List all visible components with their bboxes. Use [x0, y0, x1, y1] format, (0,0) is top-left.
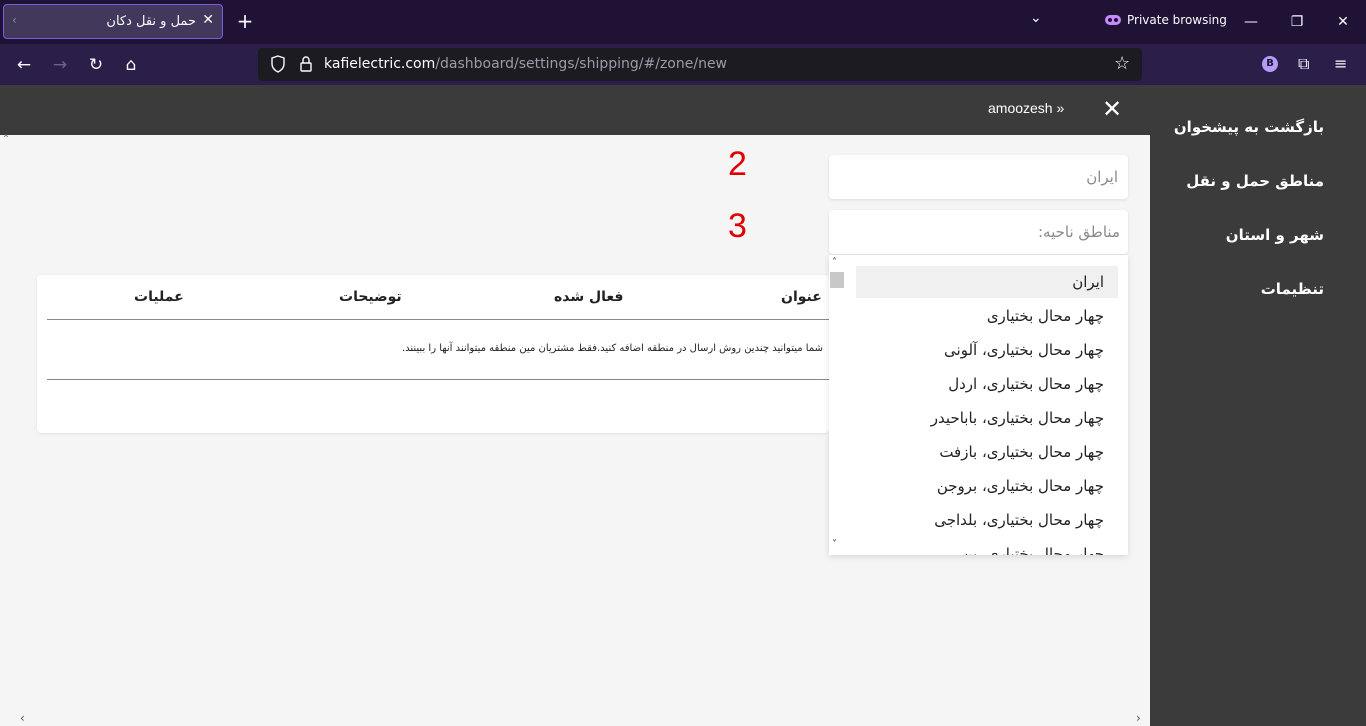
browser-nav-bar: ← → ↻ ⌂ kafielectric.com/dashboard/setti…	[0, 44, 1366, 85]
tab-overflow-icon: ‹	[12, 13, 17, 27]
regions-dropdown[interactable]: ˄ ˅ ایران چهار محال بختیاری چهار محال بخ…	[829, 255, 1128, 555]
column-header-title: عنوان	[781, 289, 822, 305]
sidebar-item-city-province[interactable]: شهر و استان	[1226, 226, 1324, 244]
url-path: /dashboard/settings/shipping/#/zone/new	[435, 56, 728, 72]
new-tab-button[interactable]: +	[234, 9, 256, 33]
list-all-tabs-icon[interactable]: ⌄	[1030, 10, 1048, 32]
page-scroll-up-icon[interactable]: ˄	[3, 133, 9, 147]
settings-sidebar: بازگشت به پیشخوان مناطق حمل و نقل شهر و …	[1150, 85, 1366, 726]
dropdown-option[interactable]: چهار محال بختیاری	[856, 300, 1118, 332]
column-header-actions: عملیات	[134, 289, 184, 305]
annotation-number-2: 2	[728, 145, 747, 183]
browser-tab[interactable]: ‹ حمل و نقل دکان ✕	[3, 4, 223, 39]
private-browsing-indicator: Private browsing	[1105, 13, 1227, 27]
dropdown-option[interactable]: چهار محال بختیاری، اردل	[856, 368, 1118, 400]
sidebar-item-shipping-zones[interactable]: مناطق حمل و نقل	[1186, 172, 1324, 190]
private-browsing-label: Private browsing	[1127, 13, 1227, 27]
reload-icon[interactable]: ↻	[82, 51, 110, 79]
dropdown-option[interactable]: چهار محال بختیاری، باباحیدر	[856, 402, 1118, 434]
dropdown-scroll-thumb[interactable]	[830, 272, 844, 288]
zone-name-value: ایران	[1086, 168, 1118, 186]
dropdown-scroll-up-icon[interactable]: ˄	[832, 257, 837, 268]
extensions-puzzle-icon[interactable]: ⧉	[1298, 54, 1316, 74]
page-content: amoozesh » ✕ بازگشت به پیشخوان مناطق حمل…	[0, 85, 1366, 726]
table-divider	[47, 319, 829, 320]
sidebar-item-settings[interactable]: تنظیمات	[1261, 280, 1324, 298]
minimize-button[interactable]: —	[1228, 0, 1274, 44]
address-bar[interactable]: kafielectric.com/dashboard/settings/ship…	[258, 48, 1142, 81]
page-scroll-right-icon[interactable]: ›	[1136, 711, 1141, 725]
shipping-methods-hint: شما میتوانید چندین روش ارسال در منطقه اض…	[401, 343, 823, 354]
column-header-description: توضیحات	[339, 289, 402, 305]
url-text: kafielectric.com/dashboard/settings/ship…	[324, 56, 727, 72]
dropdown-option[interactable]: چهار محال بختیاری، بروجن	[856, 470, 1118, 502]
dropdown-option[interactable]: چهار محال بختیاری، بن	[856, 538, 1118, 555]
tab-title: حمل و نقل دکان	[106, 14, 196, 29]
annotation-number-3: 3	[728, 207, 747, 245]
dropdown-option[interactable]: چهار محال بختیاری، بازفت	[856, 436, 1118, 468]
hamburger-menu-icon[interactable]: ≡	[1334, 54, 1352, 74]
profile-avatar-icon[interactable]: B	[1262, 56, 1278, 72]
dropdown-scroll-down-icon[interactable]: ˅	[832, 539, 837, 550]
tab-close-icon[interactable]: ✕	[202, 12, 214, 28]
dropdown-option[interactable]: چهار محال بختیاری، آلونی	[856, 334, 1118, 366]
lock-icon[interactable]	[298, 55, 314, 73]
zone-regions-input[interactable]	[840, 220, 1120, 244]
close-window-button[interactable]: ✕	[1320, 0, 1366, 44]
back-icon[interactable]: ←	[10, 51, 38, 79]
url-host: kafielectric.com	[324, 56, 436, 72]
private-mask-icon	[1105, 15, 1121, 25]
store-link[interactable]: amoozesh »	[988, 100, 1064, 116]
home-icon[interactable]: ⌂	[117, 51, 145, 79]
zone-regions-field[interactable]	[829, 210, 1128, 254]
zone-name-field[interactable]: ایران	[829, 155, 1128, 199]
page-scroll-left-icon[interactable]: ‹	[20, 711, 25, 725]
restore-button[interactable]: ❐	[1274, 0, 1320, 44]
table-divider	[47, 379, 829, 380]
shipping-methods-card: عنوان فعال شده توضیحات عملیات شما میتوان…	[37, 275, 829, 433]
dropdown-option[interactable]: ایران	[856, 266, 1118, 298]
forward-icon[interactable]: →	[46, 51, 74, 79]
column-header-enabled: فعال شده	[554, 289, 624, 305]
dropdown-option[interactable]: چهار محال بختیاری، بلداجی	[856, 504, 1118, 536]
dropdown-scrollbar[interactable]: ˄ ˅	[829, 255, 845, 555]
bookmark-star-icon[interactable]: ☆	[1114, 54, 1134, 74]
close-modal-icon[interactable]: ✕	[1101, 97, 1123, 121]
tracking-protection-shield-icon[interactable]	[270, 55, 286, 73]
browser-tab-bar: ‹ حمل و نقل دکان ✕ + ⌄ Private browsing …	[0, 0, 1366, 44]
sidebar-item-back-to-dashboard[interactable]: بازگشت به پیشخوان	[1174, 118, 1324, 136]
modal-top-bar: amoozesh » ✕	[0, 85, 1150, 135]
